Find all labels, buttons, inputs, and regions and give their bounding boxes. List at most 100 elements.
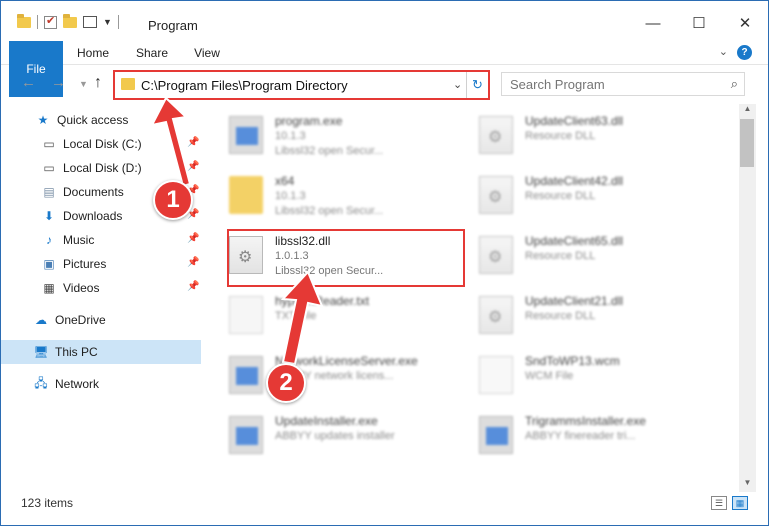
tab-share[interactable]: Share bbox=[131, 41, 173, 65]
folder-icon bbox=[121, 78, 135, 90]
sidebar-item-label: Videos bbox=[63, 281, 100, 295]
file-name: UpdateClient42.dll bbox=[525, 174, 624, 188]
sidebar-item-label: Local Disk (C:) bbox=[63, 137, 142, 151]
tiles-view-icon[interactable]: ▦ bbox=[732, 496, 748, 510]
up-arrow-icon[interactable]: ↑ bbox=[94, 74, 102, 92]
properties-check-icon[interactable] bbox=[44, 14, 57, 29]
customize-toolbar-caret-icon[interactable]: ▼ bbox=[103, 17, 112, 27]
file-item-updateinstaller[interactable]: UpdateInstaller.exe ABBYY updates instal… bbox=[205, 408, 445, 464]
documents-icon: ▤ bbox=[43, 185, 55, 199]
quick-access-toolbar: ▼ bbox=[17, 13, 119, 29]
search-input[interactable] bbox=[502, 73, 712, 95]
address-bar[interactable]: C:\Program Files\Program Directory ⌄ ↻ bbox=[113, 70, 490, 100]
drive-icon: ▭ bbox=[43, 137, 55, 151]
sidebar-item-music[interactable]: ♪ Music 📌 bbox=[1, 228, 201, 252]
toolbar-separator bbox=[37, 15, 38, 29]
toolbar-separator bbox=[117, 15, 119, 29]
file-type: Resource DLL bbox=[525, 310, 596, 322]
exe-icon bbox=[479, 416, 513, 454]
sidebar-item-local-disk-d[interactable]: ▭ Local Disk (D:) 📌 bbox=[1, 156, 201, 180]
pin-icon[interactable]: 📌 bbox=[187, 257, 199, 268]
file-item-hyphenreader-txt[interactable]: hyphenReader.txt TXT File bbox=[205, 288, 445, 344]
forward-arrow-icon[interactable]: → bbox=[51, 74, 66, 91]
close-button[interactable]: ✕ bbox=[722, 9, 768, 37]
computer-icon: 🖥 bbox=[33, 345, 49, 359]
file-item-networklicenseserver[interactable]: NetworkLicenseServer.exe ABBYY network l… bbox=[205, 348, 445, 404]
sidebar-item-label: Quick access bbox=[57, 113, 129, 127]
minimize-button[interactable]: — bbox=[630, 9, 676, 37]
file-description: ABBYY updates installer bbox=[275, 430, 395, 442]
view-properties-icon[interactable] bbox=[83, 16, 97, 28]
file-item-updateclient21[interactable]: UpdateClient21.dll Resource DLL bbox=[455, 288, 695, 344]
pin-icon[interactable]: 📌 bbox=[187, 161, 199, 172]
file-name: program.exe bbox=[275, 114, 343, 128]
search-icon[interactable]: ⌕ bbox=[731, 76, 738, 92]
drive-icon: ▭ bbox=[43, 161, 55, 175]
videos-icon: ▦ bbox=[43, 281, 55, 295]
cloud-icon: ☁ bbox=[35, 313, 47, 327]
tab-view[interactable]: View bbox=[187, 41, 227, 65]
new-folder-icon[interactable] bbox=[63, 13, 77, 28]
explorer-window: ▼ Program — ☐ ✕ File Home Share View ⌄ ?… bbox=[0, 0, 769, 526]
file-item-program-exe[interactable]: program.exe 10.1.3 Libssl32 open Secur..… bbox=[205, 108, 445, 164]
sidebar-item-this-pc[interactable]: 🖥 This PC bbox=[1, 340, 201, 364]
item-count: 123 items bbox=[21, 496, 74, 510]
file-list: program.exe 10.1.3 Libssl32 open Secur..… bbox=[205, 104, 739, 484]
file-item-sndtowp13[interactable]: SndToWP13.wcm WCM File bbox=[455, 348, 695, 404]
sidebar-item-quick-access[interactable]: ★ Quick access bbox=[1, 108, 201, 132]
file-type: Resource DLL bbox=[525, 130, 596, 142]
address-path[interactable]: C:\Program Files\Program Directory bbox=[141, 78, 348, 93]
sidebar-item-label: OneDrive bbox=[55, 313, 106, 327]
file-type: Resource DLL bbox=[525, 250, 596, 262]
address-history-chevron-icon[interactable]: ⌄ bbox=[453, 78, 462, 91]
refresh-icon[interactable]: ↻ bbox=[466, 72, 488, 98]
back-arrow-icon[interactable]: ← bbox=[21, 74, 36, 91]
sidebar-item-label: Local Disk (D:) bbox=[63, 161, 142, 175]
details-view-icon[interactable]: ☰ bbox=[711, 496, 727, 510]
maximize-button[interactable]: ☐ bbox=[676, 9, 722, 37]
file-item-trigrammsinstaller[interactable]: TrigrammsInstaller.exe ABBYY finereader … bbox=[455, 408, 695, 464]
sidebar-item-pictures[interactable]: ▣ Pictures 📌 bbox=[1, 252, 201, 276]
dll-icon bbox=[479, 296, 513, 334]
sidebar-item-label: Network bbox=[55, 377, 100, 391]
file-item-x64[interactable]: x64 10.1.3 Libssl32 open Secur... bbox=[205, 168, 445, 224]
tab-home[interactable]: Home bbox=[71, 41, 115, 65]
pin-icon[interactable]: 📌 bbox=[187, 233, 199, 244]
step-badge-1: 1 bbox=[153, 180, 193, 220]
navigation-bar: ← → ▼ ↑ C:\Program Files\Program Directo… bbox=[1, 67, 768, 101]
pin-icon[interactable]: 📌 bbox=[187, 281, 199, 292]
file-description: Libssl32 open Secur... bbox=[275, 145, 384, 157]
sidebar-item-onedrive[interactable]: ☁ OneDrive bbox=[1, 308, 201, 332]
wcm-file-icon bbox=[479, 356, 513, 394]
sidebar-item-videos[interactable]: ▦ Videos 📌 bbox=[1, 276, 201, 300]
window-title: Program bbox=[148, 18, 198, 33]
scroll-up-arrow-icon[interactable]: ▲ bbox=[739, 104, 756, 118]
folder-icon[interactable] bbox=[17, 13, 31, 28]
window-controls: — ☐ ✕ bbox=[630, 9, 768, 37]
sidebar-item-network[interactable]: 🖧 Network bbox=[1, 372, 201, 396]
scroll-down-arrow-icon[interactable]: ▼ bbox=[739, 478, 756, 492]
file-item-updateclient63[interactable]: UpdateClient63.dll Resource DLL bbox=[455, 108, 695, 164]
file-name: UpdateClient65.dll bbox=[525, 234, 624, 248]
file-version: 10.1.3 bbox=[275, 130, 306, 142]
file-description: Libssl32 open Secur... bbox=[275, 205, 384, 217]
music-icon: ♪ bbox=[46, 233, 52, 247]
pin-icon[interactable]: 📌 bbox=[187, 137, 199, 148]
scroll-thumb[interactable] bbox=[740, 119, 754, 167]
sidebar-item-local-disk-c[interactable]: ▭ Local Disk (C:) 📌 bbox=[1, 132, 201, 156]
file-item-updateclient42[interactable]: UpdateClient42.dll Resource DLL bbox=[455, 168, 695, 224]
status-bar: 123 items ☰ ▦ bbox=[1, 492, 768, 514]
pictures-icon: ▣ bbox=[43, 257, 55, 271]
file-name: UpdateClient21.dll bbox=[525, 294, 624, 308]
ribbon-tabs: File Home Share View ⌄ ? bbox=[1, 41, 768, 97]
highlight-box-libssl32 bbox=[227, 229, 465, 287]
recent-locations-chevron-icon[interactable]: ▼ bbox=[79, 79, 88, 89]
expand-ribbon-chevron-icon[interactable]: ⌄ bbox=[719, 45, 728, 58]
sidebar-item-label: Downloads bbox=[63, 209, 123, 223]
help-icon[interactable]: ? bbox=[737, 45, 752, 60]
vertical-scrollbar[interactable]: ▲ ▼ bbox=[739, 104, 756, 492]
download-icon: ⬇ bbox=[43, 209, 55, 223]
network-icon: 🖧 bbox=[34, 375, 48, 390]
search-box[interactable]: ⌕ bbox=[501, 72, 745, 96]
file-item-updateclient65[interactable]: UpdateClient65.dll Resource DLL bbox=[455, 228, 695, 284]
